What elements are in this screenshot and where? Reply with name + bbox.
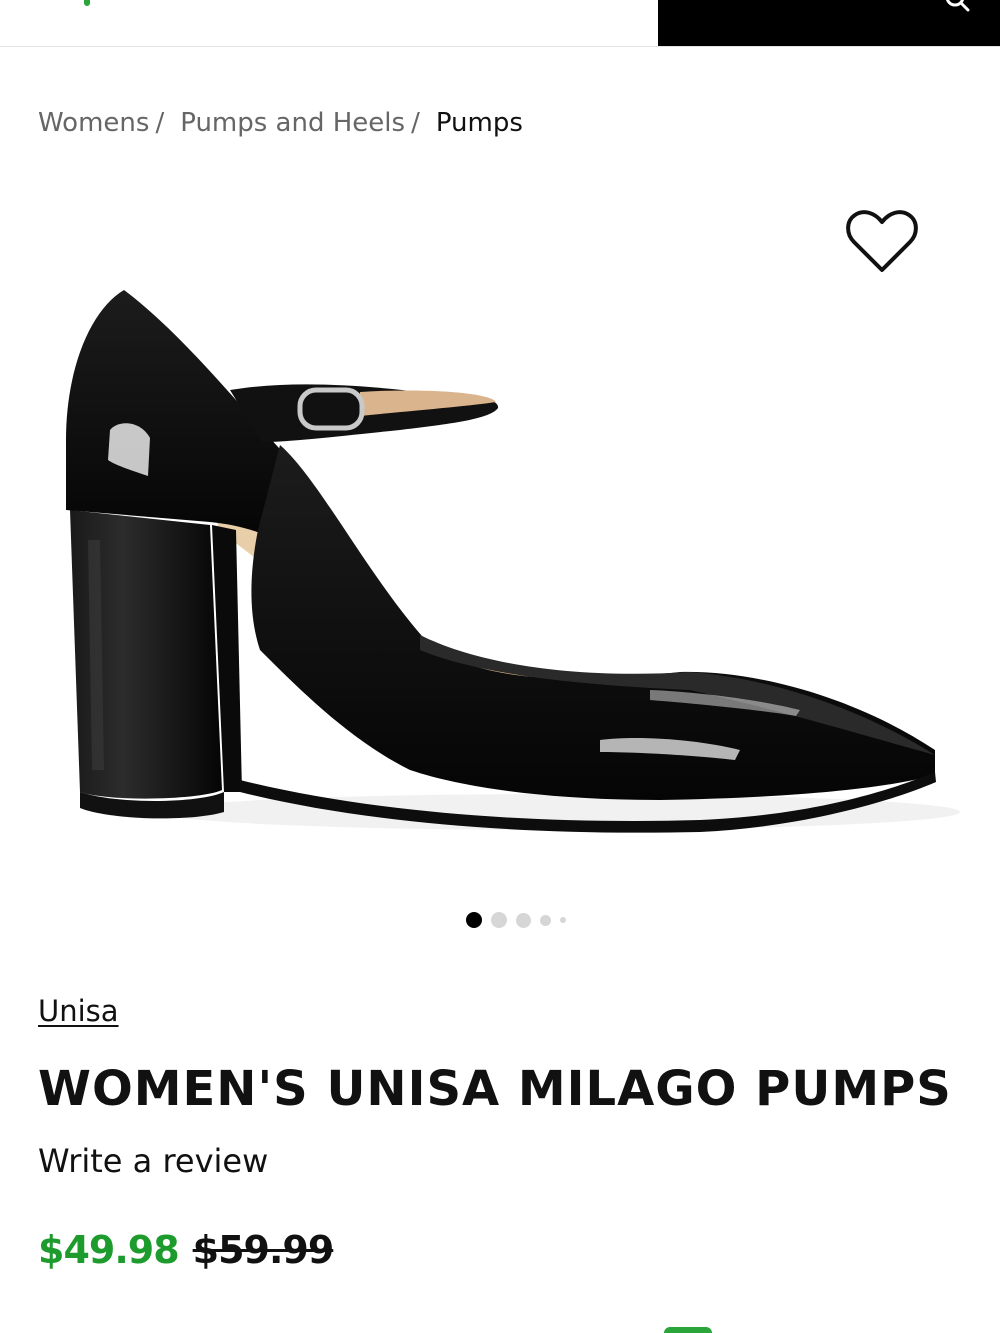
bottom-accent bbox=[664, 1327, 712, 1333]
heart-icon bbox=[846, 210, 918, 272]
breadcrumb-pumps-and-heels[interactable]: Pumps and Heels bbox=[180, 106, 405, 140]
header-accent bbox=[84, 0, 90, 6]
wishlist-button[interactable] bbox=[844, 210, 920, 276]
sale-price: $49.98 bbox=[38, 1228, 180, 1272]
product-image-carousel[interactable] bbox=[0, 180, 1000, 880]
brand-link[interactable]: Unisa bbox=[38, 992, 119, 1030]
price-row: $49.98 $59.99 bbox=[38, 1228, 335, 1272]
write-review-link[interactable]: Write a review bbox=[38, 1140, 268, 1182]
search-icon bbox=[945, 0, 970, 12]
carousel-dot[interactable] bbox=[560, 917, 566, 923]
carousel-dot[interactable] bbox=[540, 914, 551, 926]
carousel-dot[interactable] bbox=[516, 912, 531, 928]
carousel-dot-active[interactable] bbox=[466, 912, 482, 928]
breadcrumb-separator: / bbox=[155, 108, 165, 138]
breadcrumb-womens[interactable]: Womens bbox=[38, 106, 149, 140]
site-header bbox=[0, 0, 1000, 47]
product-title: WOMEN'S UNISA MILAGO PUMPS bbox=[38, 1061, 952, 1117]
breadcrumb-current: Pumps bbox=[435, 108, 523, 138]
search-button[interactable] bbox=[658, 0, 1000, 46]
breadcrumb: Womens / Pumps and Heels / Pumps bbox=[38, 106, 523, 140]
product-image bbox=[66, 290, 960, 833]
carousel-dot[interactable] bbox=[491, 912, 507, 928]
carousel-dots bbox=[466, 912, 575, 928]
breadcrumb-separator: / bbox=[411, 108, 420, 138]
product-page: Womens / Pumps and Heels / Pumps Unisa W… bbox=[0, 0, 1000, 1333]
original-price: $59.99 bbox=[192, 1228, 335, 1272]
